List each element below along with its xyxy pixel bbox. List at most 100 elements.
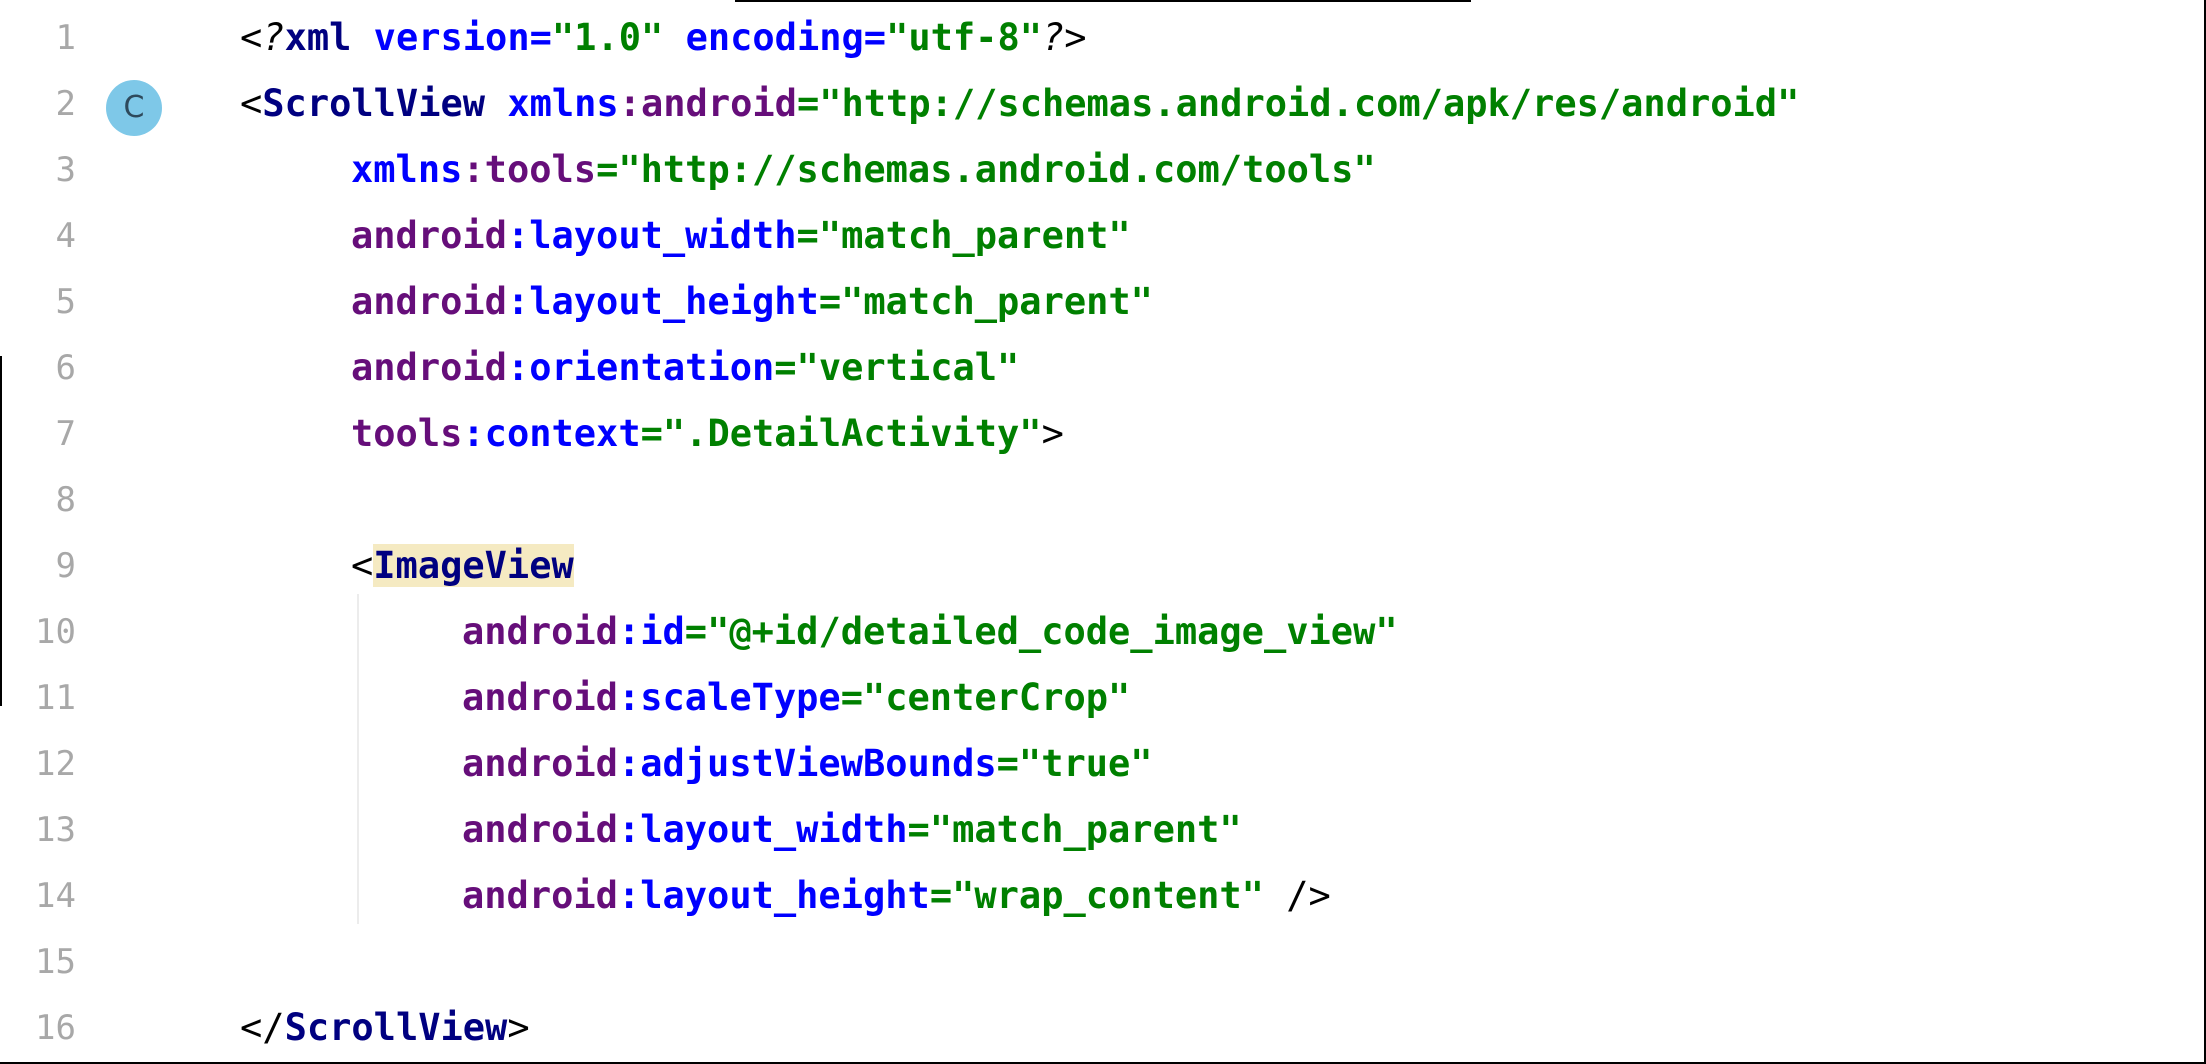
code-line-6: android:orientation="vertical" (351, 335, 1019, 401)
tag-name: ScrollView (262, 82, 486, 125)
equals-sign: = (684, 610, 708, 653)
namespace-prefix: android (462, 874, 618, 917)
line-number: 12 (35, 744, 76, 784)
namespace-prefix: android (351, 280, 507, 323)
colon: : (617, 808, 641, 851)
code-line-16: </ScrollView> (240, 995, 530, 1061)
code-line-10: android:id="@+id/detailed_code_image_vie… (462, 599, 1398, 665)
colon: : (618, 82, 641, 125)
attr-name: id (640, 610, 685, 653)
equals-sign: = (796, 82, 820, 125)
namespace-prefix: tools (351, 412, 463, 455)
attr-name: version (373, 16, 530, 59)
line-number: 15 (35, 942, 76, 982)
attr-name: tools (484, 148, 597, 191)
code-line-7: tools:context=".DetailActivity"> (351, 401, 1064, 467)
namespace-prefix: android (462, 610, 618, 653)
equals-sign: = (863, 16, 887, 59)
colon: : (462, 148, 485, 191)
line-number: 13 (35, 810, 76, 850)
attr-value: "utf-8" (886, 16, 1042, 59)
attr-name: encoding (685, 16, 864, 59)
equals-sign: = (907, 808, 930, 851)
code-editor[interactable]: 1 2 3 4 5 6 7 8 9 10 11 12 13 14 15 16 C… (0, 0, 2206, 1064)
equals-sign: = (774, 346, 797, 389)
attr-value: "http://schemas.android.com/tools" (618, 148, 1376, 191)
attr-value: "wrap_content" (952, 874, 1264, 917)
tag-name: ScrollView (284, 1006, 508, 1049)
colon: : (617, 742, 641, 785)
code-line-3: xmlns:tools="http://schemas.android.com/… (351, 137, 1376, 203)
xml-declaration: xml (284, 16, 352, 59)
attr-name: layout_height (529, 280, 819, 323)
equals-sign: = (796, 214, 819, 257)
colon: : (506, 214, 530, 257)
namespace-prefix: android (462, 808, 618, 851)
colon: : (617, 676, 641, 719)
equals-sign: = (596, 148, 619, 191)
attr-value: "@+id/detailed_code_image_view" (707, 610, 1398, 653)
attr-value: "true" (1018, 742, 1153, 785)
attr-name: orientation (529, 346, 775, 389)
class-badge-icon[interactable]: C (106, 80, 162, 136)
attr-value: "match_parent" (929, 808, 1242, 851)
tag-name-highlighted[interactable]: ImageView (373, 544, 574, 587)
tag-close-bracket: > (1041, 412, 1064, 455)
code-area[interactable]: <?xml version="1.0" encoding="utf-8"?> <… (240, 0, 2200, 1064)
line-number: 2 (55, 84, 76, 124)
attr-name: adjustViewBounds (640, 742, 997, 785)
attr-value: "vertical" (796, 346, 1020, 389)
code-line-11: android:scaleType="centerCrop" (462, 665, 1130, 731)
line-number: 5 (55, 282, 76, 322)
namespace-prefix: xmlns (351, 148, 463, 191)
equals-sign: = (640, 412, 663, 455)
attr-name: context (484, 412, 641, 455)
attr-value: "http://schemas.android.com/apk/res/andr… (819, 82, 1800, 125)
attr-value: "centerCrop" (862, 676, 1131, 719)
line-number: 3 (55, 150, 76, 190)
line-number: 11 (35, 678, 76, 718)
attr-name: layout_height (640, 874, 930, 917)
tag-close-bracket: > (507, 1006, 530, 1049)
attr-value: ".DetailActivity" (662, 412, 1042, 455)
attr-name: scaleType (640, 676, 841, 719)
code-line-1: <?xml version="1.0" encoding="utf-8"?> (240, 5, 1087, 71)
colon: : (506, 280, 530, 323)
colon: : (617, 610, 641, 653)
attr-value: "match_parent" (841, 280, 1153, 323)
equals-sign: = (996, 742, 1019, 785)
line-number-gutter: 1 2 3 4 5 6 7 8 9 10 11 12 13 14 15 16 C (0, 0, 200, 1064)
code-line-2: <ScrollView xmlns:android="http://schema… (240, 71, 1799, 137)
code-line-12: android:adjustViewBounds="true" (462, 731, 1153, 797)
tag-open-bracket: </ (240, 1006, 285, 1049)
line-number: 16 (35, 1008, 76, 1048)
line-number: 14 (35, 876, 76, 916)
equals-sign: = (818, 280, 842, 323)
code-line-13: android:layout_width="match_parent" (462, 797, 1242, 863)
namespace-prefix: xmlns (507, 82, 619, 125)
line-number: 1 (55, 18, 76, 58)
equals-sign: = (840, 676, 863, 719)
namespace-prefix: android (462, 742, 618, 785)
code-line-5: android:layout_height="match_parent" (351, 269, 1153, 335)
attr-value: "match_parent" (818, 214, 1131, 257)
tag-open-bracket: < (240, 82, 263, 125)
line-number: 6 (55, 348, 76, 388)
line-number: 7 (55, 414, 76, 454)
line-number: 9 (55, 546, 76, 586)
colon: : (462, 412, 485, 455)
colon: : (617, 874, 641, 917)
attr-name: layout_width (640, 808, 908, 851)
colon: : (506, 346, 530, 389)
equals-sign: = (529, 16, 552, 59)
attr-name: android (641, 82, 797, 125)
line-number: 10 (35, 612, 76, 652)
line-number: 8 (55, 480, 76, 520)
tag-open-bracket: < (351, 544, 374, 587)
code-line-9: <ImageView (351, 533, 574, 599)
pi-open: <? (240, 16, 285, 59)
line-number: 4 (55, 216, 76, 256)
tag-self-close: /> (1263, 874, 1331, 917)
namespace-prefix: android (351, 214, 507, 257)
namespace-prefix: android (351, 346, 507, 389)
